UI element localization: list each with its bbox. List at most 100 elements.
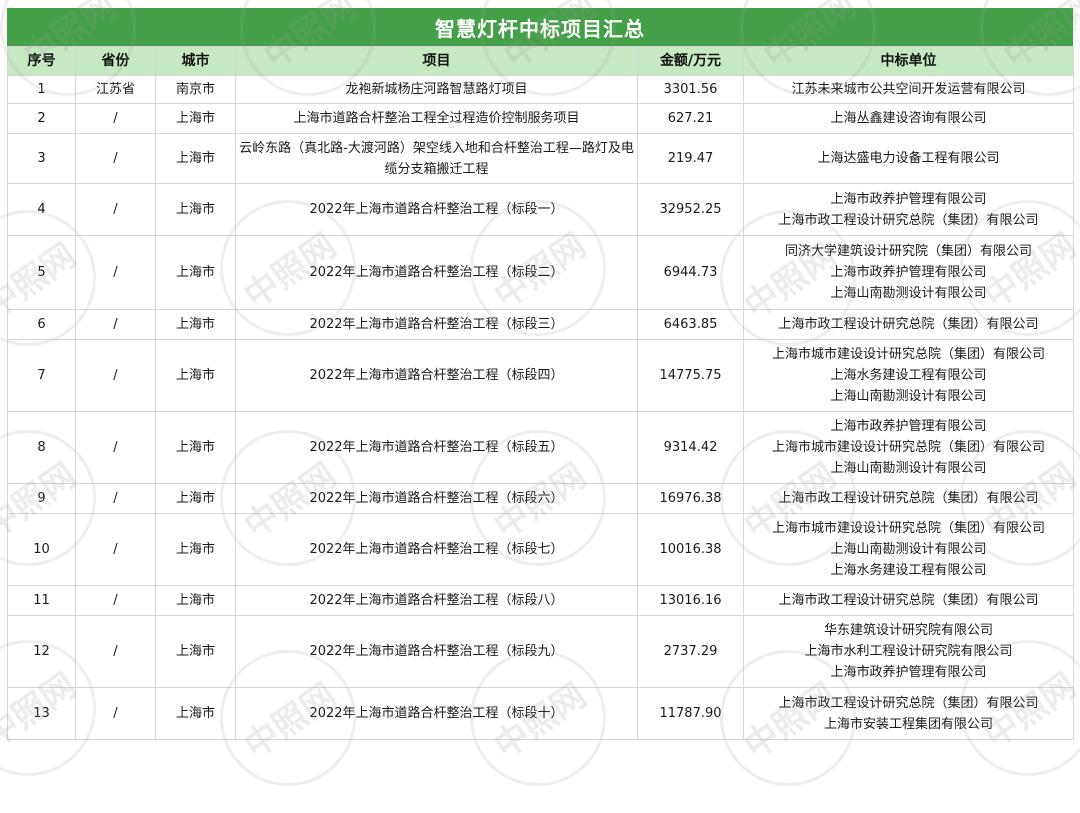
winner-name: 上海市政工程设计研究总院（集团）有限公司 xyxy=(778,593,1039,608)
cell-amount: 3301.56 xyxy=(637,75,744,104)
cell-project: 2022年上海市道路合杆整治工程（标段二） xyxy=(235,235,638,310)
cell-project: 2022年上海市道路合杆整治工程（标段六） xyxy=(235,483,638,514)
cell-province: / xyxy=(75,585,156,616)
cell-winner: 上海市政养护管理有限公司上海市政工程设计研究总院（集团）有限公司 xyxy=(743,183,1074,236)
cell-city: 上海市 xyxy=(155,687,236,740)
cell-province: / xyxy=(75,103,156,134)
cell-amount: 10016.38 xyxy=(637,513,744,586)
cell-province: / xyxy=(75,133,156,184)
winner-name: 上海市政养护管理有限公司 xyxy=(830,191,987,207)
cell-no: 9 xyxy=(7,483,76,514)
winner-name: 华东建筑设计研究院有限公司 xyxy=(823,623,993,638)
summary-sheet: 智慧灯杆中标项目汇总 序号 省份 城市 项目 金额/万元 中标单位 1 江苏省 南京… xyxy=(0,0,1080,753)
cell-amount: 13016.16 xyxy=(637,585,744,616)
winner-name: 上海市政养护管理有限公司 xyxy=(830,419,987,434)
table-row: 9/上海市 2022年上海市道路合杆整治工程（标段六） 16976.38 上海市政工程… xyxy=(7,483,1074,514)
winner-name: 上海市政工程设计研究总院（集团）有限公司 xyxy=(778,212,1039,228)
cell-winner: 上海市城市建设设计研究总院（集团）有限公司 上海山南勘测设计有限公司 上海水务建设工… xyxy=(743,513,1074,586)
cell-no: 3 xyxy=(7,133,76,184)
cell-amount: 9314.42 xyxy=(637,411,744,484)
winner-name: 上海市安装工程集团有限公司 xyxy=(823,716,993,732)
cell-province: / xyxy=(75,183,156,236)
sheet-title: 智慧灯杆中标项目汇总 xyxy=(7,8,1073,46)
cell-province: / xyxy=(75,339,156,412)
cell-amount: 32952.25 xyxy=(637,183,744,236)
cell-no: 13 xyxy=(7,687,76,740)
cell-project: 上海市道路合杆整治工程全过程造价控制服务项目 xyxy=(235,103,638,134)
col-header-winner: 中标单位 xyxy=(743,46,1074,76)
cell-no: 12 xyxy=(7,615,76,688)
winner-name: 上海山南勘测设计有限公司 xyxy=(830,461,987,476)
winner-name: 上海山南勘测设计有限公司 xyxy=(830,286,987,301)
cell-project: 龙袍新城杨庄河路智慧路灯项目 xyxy=(235,75,638,104)
cell-amount: 627.21 xyxy=(637,103,744,134)
winner-name: 上海市政工程设计研究总院（集团）有限公司 xyxy=(778,317,1039,332)
cell-project: 2022年上海市道路合杆整治工程（标段十） xyxy=(235,687,638,740)
winner-name: 上海市政养护管理有限公司 xyxy=(830,265,987,280)
cell-amount: 14775.75 xyxy=(637,339,744,412)
table-row: 2/上海市 上海市道路合杆整治工程全过程造价控制服务项目 627.21 上海丛鑫建设咨… xyxy=(7,103,1074,134)
cell-city: 上海市 xyxy=(155,615,236,688)
table-body: 1 江苏省 南京市 龙袍新城杨庄河路智慧路灯项目 3301.56 江苏未来城市公共空间开发… xyxy=(7,75,1074,740)
col-header-amount: 金额/万元 xyxy=(637,46,744,76)
cell-city: 上海市 xyxy=(155,339,236,412)
cell-winner: 上海市政工程设计研究总院（集团）有限公司 上海市安装工程集团有限公司 xyxy=(743,687,1074,740)
cell-province: / xyxy=(75,309,156,340)
winner-name: 上海市城市建设设计研究总院（集团）有限公司 xyxy=(771,347,1045,362)
cell-province: / xyxy=(75,687,156,740)
cell-no: 5 xyxy=(7,235,76,310)
cell-province: / xyxy=(75,411,156,484)
cell-city: 上海市 xyxy=(155,133,236,184)
winner-name: 上海市水利工程设计研究院有限公司 xyxy=(804,644,1013,659)
cell-no: 6 xyxy=(7,309,76,340)
cell-city: 上海市 xyxy=(155,103,236,134)
col-header-province: 省份 xyxy=(75,46,156,76)
table-row: 12/上海市 2022年上海市道路合杆整治工程（标段九） 2737.29 华东建筑设计… xyxy=(7,615,1074,688)
cell-amount: 11787.90 xyxy=(637,687,744,740)
cell-winner: 上海丛鑫建设咨询有限公司 xyxy=(743,103,1074,134)
cell-winner: 上海市政工程设计研究总院（集团）有限公司 xyxy=(743,585,1074,616)
cell-winner: 上海市城市建设设计研究总院（集团）有限公司 上海水务建设工程有限公司 上海山南勘测设… xyxy=(743,339,1074,412)
cell-project: 2022年上海市道路合杆整治工程（标段五） xyxy=(235,411,638,484)
cell-winner: 上海市政工程设计研究总院（集团）有限公司 xyxy=(743,483,1074,514)
cell-project: 2022年上海市道路合杆整治工程（标段四） xyxy=(235,339,638,412)
winner-name: 上海市城市建设设计研究总院（集团）有限公司 xyxy=(771,521,1045,536)
table-row: 5/上海市 2022年上海市道路合杆整治工程（标段二） 6944.73 同济大学建筑设… xyxy=(7,235,1074,310)
table-row: 13/上海市 2022年上海市道路合杆整治工程（标段十） 11787.90 上海市政工… xyxy=(7,687,1074,740)
cell-no: 2 xyxy=(7,103,76,134)
cell-winner: 上海达盛电力设备工程有限公司 xyxy=(743,133,1074,184)
cell-city: 上海市 xyxy=(155,483,236,514)
cell-winner: 江苏未来城市公共空间开发运营有限公司 xyxy=(743,75,1074,104)
cell-amount: 6463.85 xyxy=(637,309,744,340)
header-row: 序号 省份 城市 项目 金额/万元 中标单位 xyxy=(7,46,1074,76)
winner-name: 上海达盛电力设备工程有限公司 xyxy=(817,151,1000,166)
winner-name: 上海丛鑫建设咨询有限公司 xyxy=(830,111,987,126)
cell-project: 2022年上海市道路合杆整治工程（标段三） xyxy=(235,309,638,340)
winner-name: 上海市政工程设计研究总院（集团）有限公司 xyxy=(778,491,1039,506)
cell-city: 上海市 xyxy=(155,585,236,616)
cell-project: 云岭东路（真北路-大渡河路）架空线入地和合杆整治工程—路灯及电缆分支箱搬迁工程 xyxy=(235,133,638,184)
cell-project: 2022年上海市道路合杆整治工程（标段七） xyxy=(235,513,638,586)
table-row: 1 江苏省 南京市 龙袍新城杨庄河路智慧路灯项目 3301.56 江苏未来城市公共空间开发… xyxy=(7,75,1074,104)
col-header-project: 项目 xyxy=(235,46,638,76)
winner-name: 上海市城市建设设计研究总院（集团）有限公司 xyxy=(771,440,1045,455)
winner-name: 上海山南勘测设计有限公司 xyxy=(830,389,987,404)
cell-amount: 6944.73 xyxy=(637,235,744,310)
award-table: 序号 省份 城市 项目 金额/万元 中标单位 1 江苏省 南京市 龙袍新城杨庄河路智慧… xyxy=(7,46,1074,740)
table-row: 6/上海市 2022年上海市道路合杆整治工程（标段三） 6463.85 上海市政工程设… xyxy=(7,309,1074,340)
cell-no: 10 xyxy=(7,513,76,586)
col-header-city: 城市 xyxy=(155,46,236,76)
winner-name: 上海水务建设工程有限公司 xyxy=(830,563,987,578)
cell-city: 上海市 xyxy=(155,183,236,236)
table-row: 7/上海市 2022年上海市道路合杆整治工程（标段四） 14775.75 上海市城市建… xyxy=(7,339,1074,412)
table-row: 10/上海市 2022年上海市道路合杆整治工程（标段七） 10016.38 上海市城市… xyxy=(7,513,1074,586)
cell-city: 上海市 xyxy=(155,235,236,310)
cell-winner: 同济大学建筑设计研究院（集团）有限公司 上海市政养护管理有限公司 上海山南勘测设计有… xyxy=(743,235,1074,310)
winner-name: 上海山南勘测设计有限公司 xyxy=(830,542,987,557)
winner-name: 同济大学建筑设计研究院（集团）有限公司 xyxy=(784,244,1032,259)
cell-no: 8 xyxy=(7,411,76,484)
cell-no: 11 xyxy=(7,585,76,616)
cell-city: 南京市 xyxy=(155,75,236,104)
cell-project: 2022年上海市道路合杆整治工程（标段八） xyxy=(235,585,638,616)
cell-project: 2022年上海市道路合杆整治工程（标段九） xyxy=(235,615,638,688)
